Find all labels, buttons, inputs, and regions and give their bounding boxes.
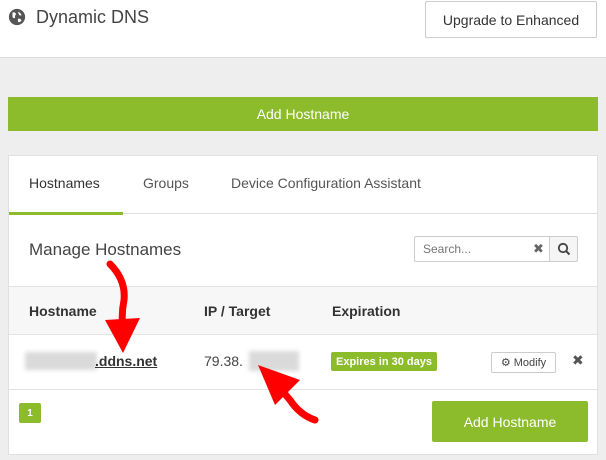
globe-icon	[8, 8, 26, 26]
upgrade-button[interactable]: Upgrade to Enhanced	[425, 1, 597, 38]
column-expiration[interactable]: Expiration	[332, 303, 400, 319]
page-title: Dynamic DNS	[36, 7, 150, 27]
modify-label: Modify	[513, 356, 547, 369]
manage-hostnames-title: Manage Hostnames	[29, 240, 182, 259]
redacted-hostname	[25, 352, 97, 370]
add-hostname-button-bottom[interactable]: Add Hostname	[432, 401, 588, 442]
active-tab-indicator	[9, 212, 123, 215]
expiration-badge: Expires in 30 days	[331, 352, 437, 371]
column-hostname[interactable]: Hostname	[29, 303, 97, 319]
search-icon	[557, 242, 570, 256]
tab-bar: Hostnames Groups Device Configuration As…	[9, 156, 597, 215]
table-row: .ddns.net 79.38. Expires in 30 days ⚙ Mo…	[9, 335, 597, 390]
ip-target: 79.38.	[204, 353, 243, 369]
modify-button[interactable]: ⚙ Modify	[491, 352, 556, 373]
top-bar: Dynamic DNS Upgrade to Enhanced	[0, 0, 606, 58]
tab-hostnames[interactable]: Hostnames	[29, 175, 100, 191]
tab-groups[interactable]: Groups	[143, 175, 189, 191]
table-header: Hostname IP / Target Expiration	[9, 286, 597, 335]
add-hostname-button-top[interactable]: Add Hostname	[8, 97, 598, 131]
redacted-ip	[249, 351, 299, 371]
search-button[interactable]	[550, 236, 578, 262]
pagination-page[interactable]: 1	[19, 403, 41, 423]
close-icon[interactable]: ✖	[533, 241, 544, 257]
delete-icon[interactable]: ✖	[572, 352, 584, 369]
column-ip-target[interactable]: IP / Target	[204, 303, 270, 319]
hostnames-panel: Hostnames Groups Device Configuration As…	[8, 155, 598, 455]
search-field: ✖	[414, 236, 550, 262]
gear-icon: ⚙	[500, 357, 511, 369]
search-input[interactable]	[415, 237, 527, 261]
hostname-link[interactable]: .ddns.net	[95, 353, 157, 369]
tab-device-configuration-assistant[interactable]: Device Configuration Assistant	[231, 175, 421, 191]
